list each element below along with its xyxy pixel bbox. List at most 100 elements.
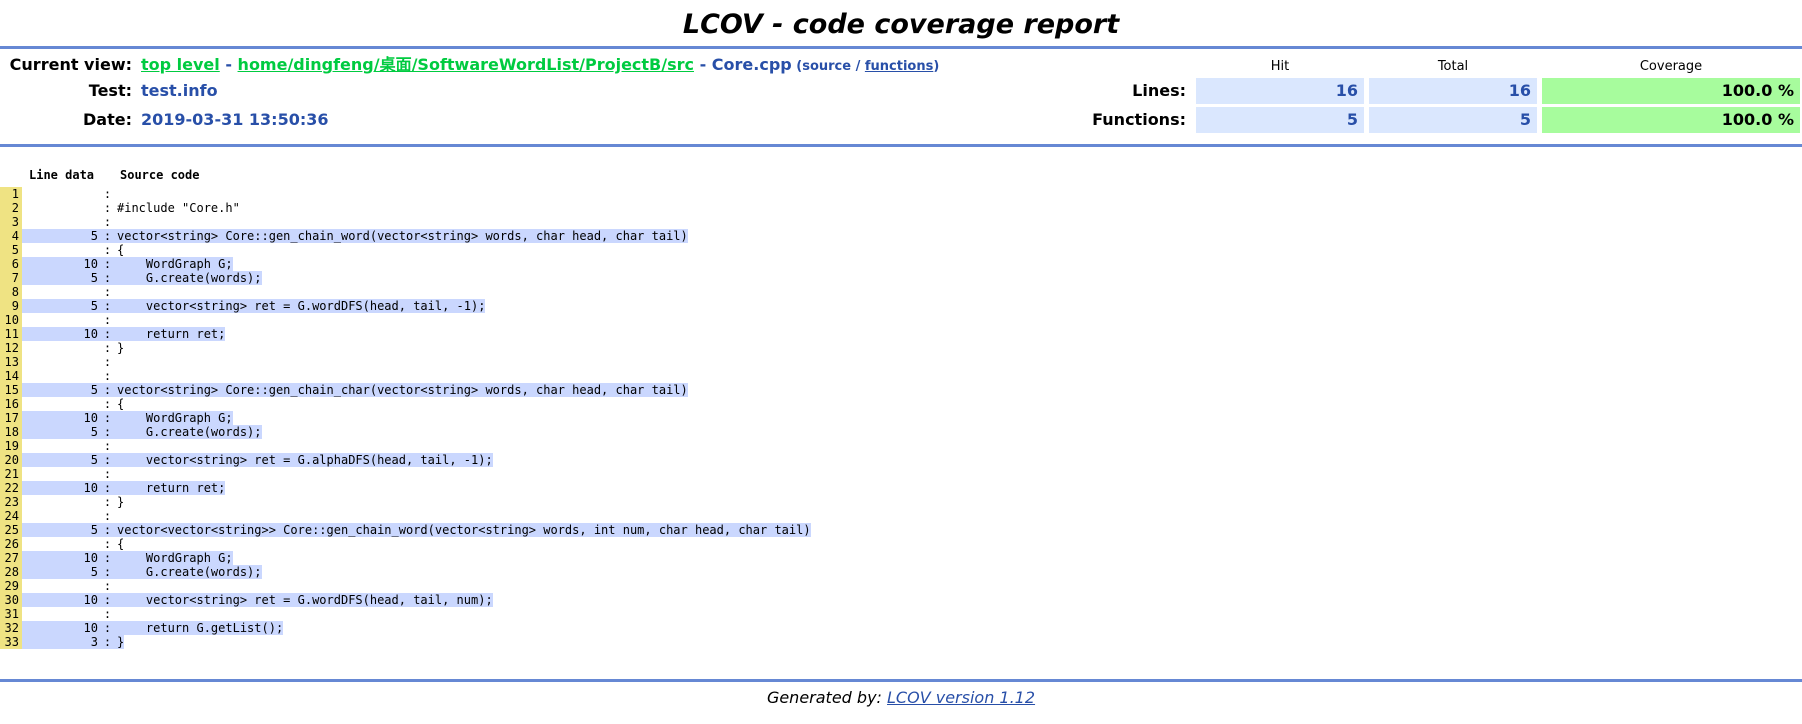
line-separator: : bbox=[103, 621, 112, 635]
line-body: : bbox=[22, 215, 117, 229]
line-number: 13 bbox=[0, 355, 22, 369]
line-number: 7 bbox=[0, 271, 22, 285]
source-text: G.create(words); bbox=[117, 425, 262, 439]
line-number: 9 bbox=[0, 299, 22, 313]
source-line: 6 10: WordGraph G; bbox=[0, 257, 1802, 271]
line-number: 22 bbox=[0, 481, 22, 495]
source-text: return ret; bbox=[117, 481, 226, 495]
line-number: 8 bbox=[0, 285, 22, 299]
line-number: 32 bbox=[0, 621, 22, 635]
line-body: :} bbox=[22, 341, 124, 355]
source-text: WordGraph G; bbox=[117, 411, 233, 425]
breadcrumb-separator: - bbox=[694, 55, 712, 74]
line-data-header: Line data bbox=[29, 168, 95, 182]
line-separator: : bbox=[103, 565, 112, 579]
view-switch-open: ( bbox=[791, 59, 803, 74]
line-separator: : bbox=[103, 355, 112, 369]
line-number: 24 bbox=[0, 509, 22, 523]
functions-view-link[interactable]: functions bbox=[865, 59, 933, 74]
source-text: { bbox=[117, 397, 125, 411]
line-body: :{ bbox=[22, 243, 124, 257]
line-body: : bbox=[22, 187, 117, 201]
source-lines: 1:2: #include "Core.h" 3:4 5: vector<string>… bbox=[0, 187, 1802, 649]
source-line: 27 10: WordGraph G; bbox=[0, 551, 1802, 565]
line-separator: : bbox=[103, 425, 112, 439]
header-bottom-rule bbox=[0, 144, 1802, 147]
line-number: 16 bbox=[0, 397, 22, 411]
functions-label: Functions: bbox=[1092, 110, 1186, 129]
source-line: 28 5: G.create(words); bbox=[0, 565, 1802, 579]
covered-line-body: 5: vector<string> ret = G.alphaDFS(head,… bbox=[22, 453, 493, 467]
line-separator: : bbox=[103, 383, 112, 397]
covered-line-body: 3:} bbox=[22, 635, 125, 649]
page-title: LCOV - code coverage report bbox=[682, 9, 1120, 40]
source-line: 18 5: G.create(words); bbox=[0, 425, 1802, 439]
line-separator: : bbox=[103, 411, 112, 425]
line-separator: : bbox=[103, 327, 112, 341]
line-number: 28 bbox=[0, 565, 22, 579]
line-body: : #include "Core.h" bbox=[22, 201, 240, 215]
source-text: #include "Core.h" bbox=[117, 201, 240, 215]
line-number: 21 bbox=[0, 467, 22, 481]
footer-rule bbox=[0, 679, 1802, 682]
source-line: 11 10: return ret; bbox=[0, 327, 1802, 341]
line-separator: : bbox=[103, 453, 112, 467]
source-view-label: source bbox=[802, 59, 852, 74]
line-body: : bbox=[22, 313, 117, 327]
line-separator: : bbox=[103, 607, 112, 621]
lcov-version-link[interactable]: LCOV version 1.12 bbox=[887, 688, 1035, 707]
covered-line-body: 10: return G.getList(); bbox=[22, 621, 284, 635]
source-line: 29: bbox=[0, 579, 1802, 593]
source-line: 20 5: vector<string> ret = G.alphaDFS(hea… bbox=[0, 453, 1802, 467]
line-number: 3 bbox=[0, 215, 22, 229]
source-line: 13: bbox=[0, 355, 1802, 369]
source-text: vector<string> ret = G.alphaDFS(head, ta… bbox=[117, 453, 493, 467]
line-body: : bbox=[22, 439, 117, 453]
source-line: 32 10: return G.getList(); bbox=[0, 621, 1802, 635]
source-line: 33 3:} bbox=[0, 635, 1802, 649]
line-separator: : bbox=[103, 509, 112, 523]
source-line: 24: bbox=[0, 509, 1802, 523]
covered-line-body: 5: vector<vector<string>> Core::gen_chain… bbox=[22, 523, 811, 537]
covered-line-body: 5: vector<string> Core::gen_chain_word(ve… bbox=[22, 229, 688, 243]
line-body: :{ bbox=[22, 537, 124, 551]
source-text: { bbox=[117, 537, 125, 551]
hit-count: 5 bbox=[90, 523, 98, 537]
line-separator: : bbox=[103, 551, 112, 565]
line-separator: : bbox=[103, 271, 112, 285]
source-line: 14: bbox=[0, 369, 1802, 383]
source-text: WordGraph G; bbox=[117, 257, 233, 271]
source-text: G.create(words); bbox=[117, 271, 262, 285]
source-line: 17 10: WordGraph G; bbox=[0, 411, 1802, 425]
source-line: 31: bbox=[0, 607, 1802, 621]
line-body: : bbox=[22, 467, 117, 481]
hit-count: 5 bbox=[90, 453, 98, 467]
source-text: vector<vector<string>> Core::gen_chain_w… bbox=[117, 523, 811, 537]
source-text: vector<string> ret = G.wordDFS(head, tai… bbox=[117, 593, 493, 607]
covered-line-body: 5: vector<string> ret = G.wordDFS(head, … bbox=[22, 299, 486, 313]
breadcrumb-current-file: Core.cpp bbox=[711, 55, 792, 74]
lines-hit: 16 bbox=[1196, 78, 1364, 104]
source-text: vector<string> Core::gen_chain_char(vect… bbox=[117, 383, 688, 397]
view-switch-close: ) bbox=[933, 59, 940, 74]
line-body: : bbox=[22, 607, 117, 621]
line-number: 12 bbox=[0, 341, 22, 355]
source-line: 30 10: vector<string> ret = G.wordDFS(hea… bbox=[0, 593, 1802, 607]
source-line: 5:{ bbox=[0, 243, 1802, 257]
line-separator: : bbox=[103, 369, 112, 383]
source-text: return ret; bbox=[117, 327, 226, 341]
breadcrumb-top-level-link[interactable]: top level bbox=[141, 55, 220, 74]
footer: Generated by: LCOV version 1.12 bbox=[0, 688, 1802, 707]
source-text: } bbox=[117, 341, 125, 355]
line-separator: : bbox=[103, 201, 112, 215]
report-header: Current view: top level - home/dingfeng/… bbox=[0, 49, 1802, 144]
functions-total: 5 bbox=[1369, 107, 1537, 133]
footer-prefix: Generated by: bbox=[766, 688, 888, 707]
line-number: 11 bbox=[0, 327, 22, 341]
date-value: 2019-03-31 13:50:36 bbox=[141, 110, 329, 129]
line-number: 30 bbox=[0, 593, 22, 607]
line-body: : bbox=[22, 285, 117, 299]
breadcrumb-directory-link[interactable]: home/dingfeng/桌面/SoftwareWordList/Projec… bbox=[238, 55, 694, 74]
covered-line-body: 10: vector<string> ret = G.wordDFS(head,… bbox=[22, 593, 493, 607]
breadcrumb: top level - home/dingfeng/桌面/SoftwareWor… bbox=[141, 53, 939, 79]
